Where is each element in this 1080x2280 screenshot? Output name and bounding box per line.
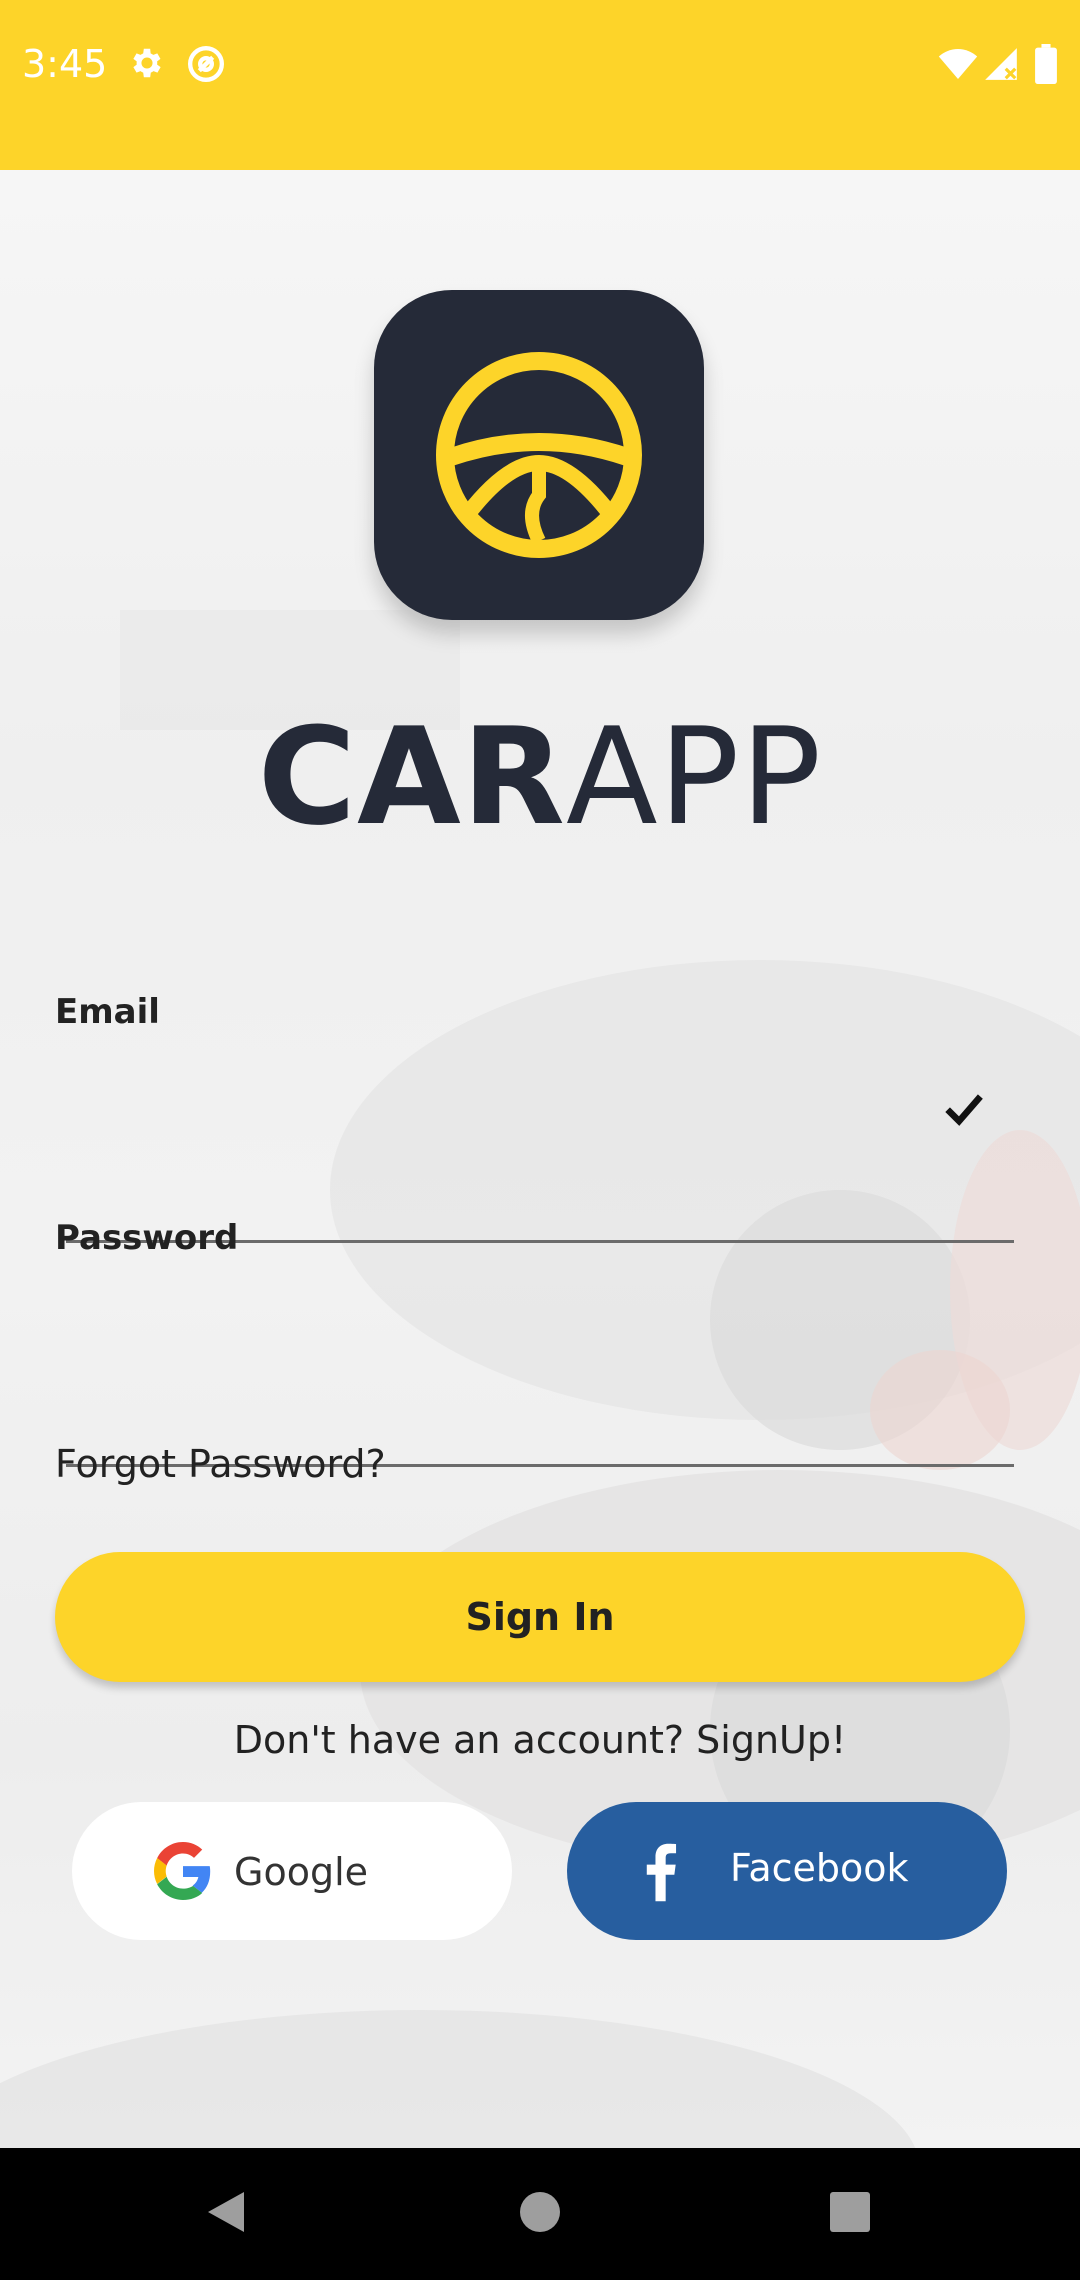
system-nav-bar [0, 2148, 1080, 2280]
facebook-icon [643, 1840, 677, 1907]
facebook-sign-in-button[interactable]: Facebook [567, 1802, 1007, 1940]
wifi-icon [938, 44, 978, 89]
home-icon[interactable] [518, 2188, 562, 2241]
gear-icon [128, 44, 166, 87]
app-logo [374, 290, 704, 620]
sign-in-button[interactable]: Sign In [55, 1552, 1025, 1682]
email-label: Email [55, 992, 160, 1032]
recents-icon[interactable] [828, 2188, 872, 2241]
at-sign-icon [186, 44, 226, 89]
google-icon [154, 1842, 212, 1905]
brand-name-bold: CAR [257, 699, 566, 855]
cell-signal-icon [982, 44, 1020, 89]
battery-icon [1034, 44, 1058, 89]
google-label: Google [234, 1850, 369, 1894]
login-screen: CARAPP Email Password Forgot Password? S… [0, 170, 1080, 2148]
forgot-password-link[interactable]: Forgot Password? [55, 1442, 386, 1486]
status-bar: 3:45 [0, 0, 1080, 170]
brand-name-light: APP [565, 699, 823, 855]
facebook-label: Facebook [730, 1846, 909, 1890]
back-icon[interactable] [204, 2188, 248, 2241]
password-label: Password [55, 1218, 239, 1258]
google-sign-in-button[interactable]: Google [72, 1802, 512, 1940]
status-time: 3:45 [22, 42, 108, 86]
signup-link[interactable]: Don't have an account? SignUp! [0, 1718, 1080, 1762]
checkmark-icon [944, 1090, 984, 1131]
brand-name: CARAPP [0, 710, 1080, 844]
steering-wheel-icon [436, 352, 642, 558]
